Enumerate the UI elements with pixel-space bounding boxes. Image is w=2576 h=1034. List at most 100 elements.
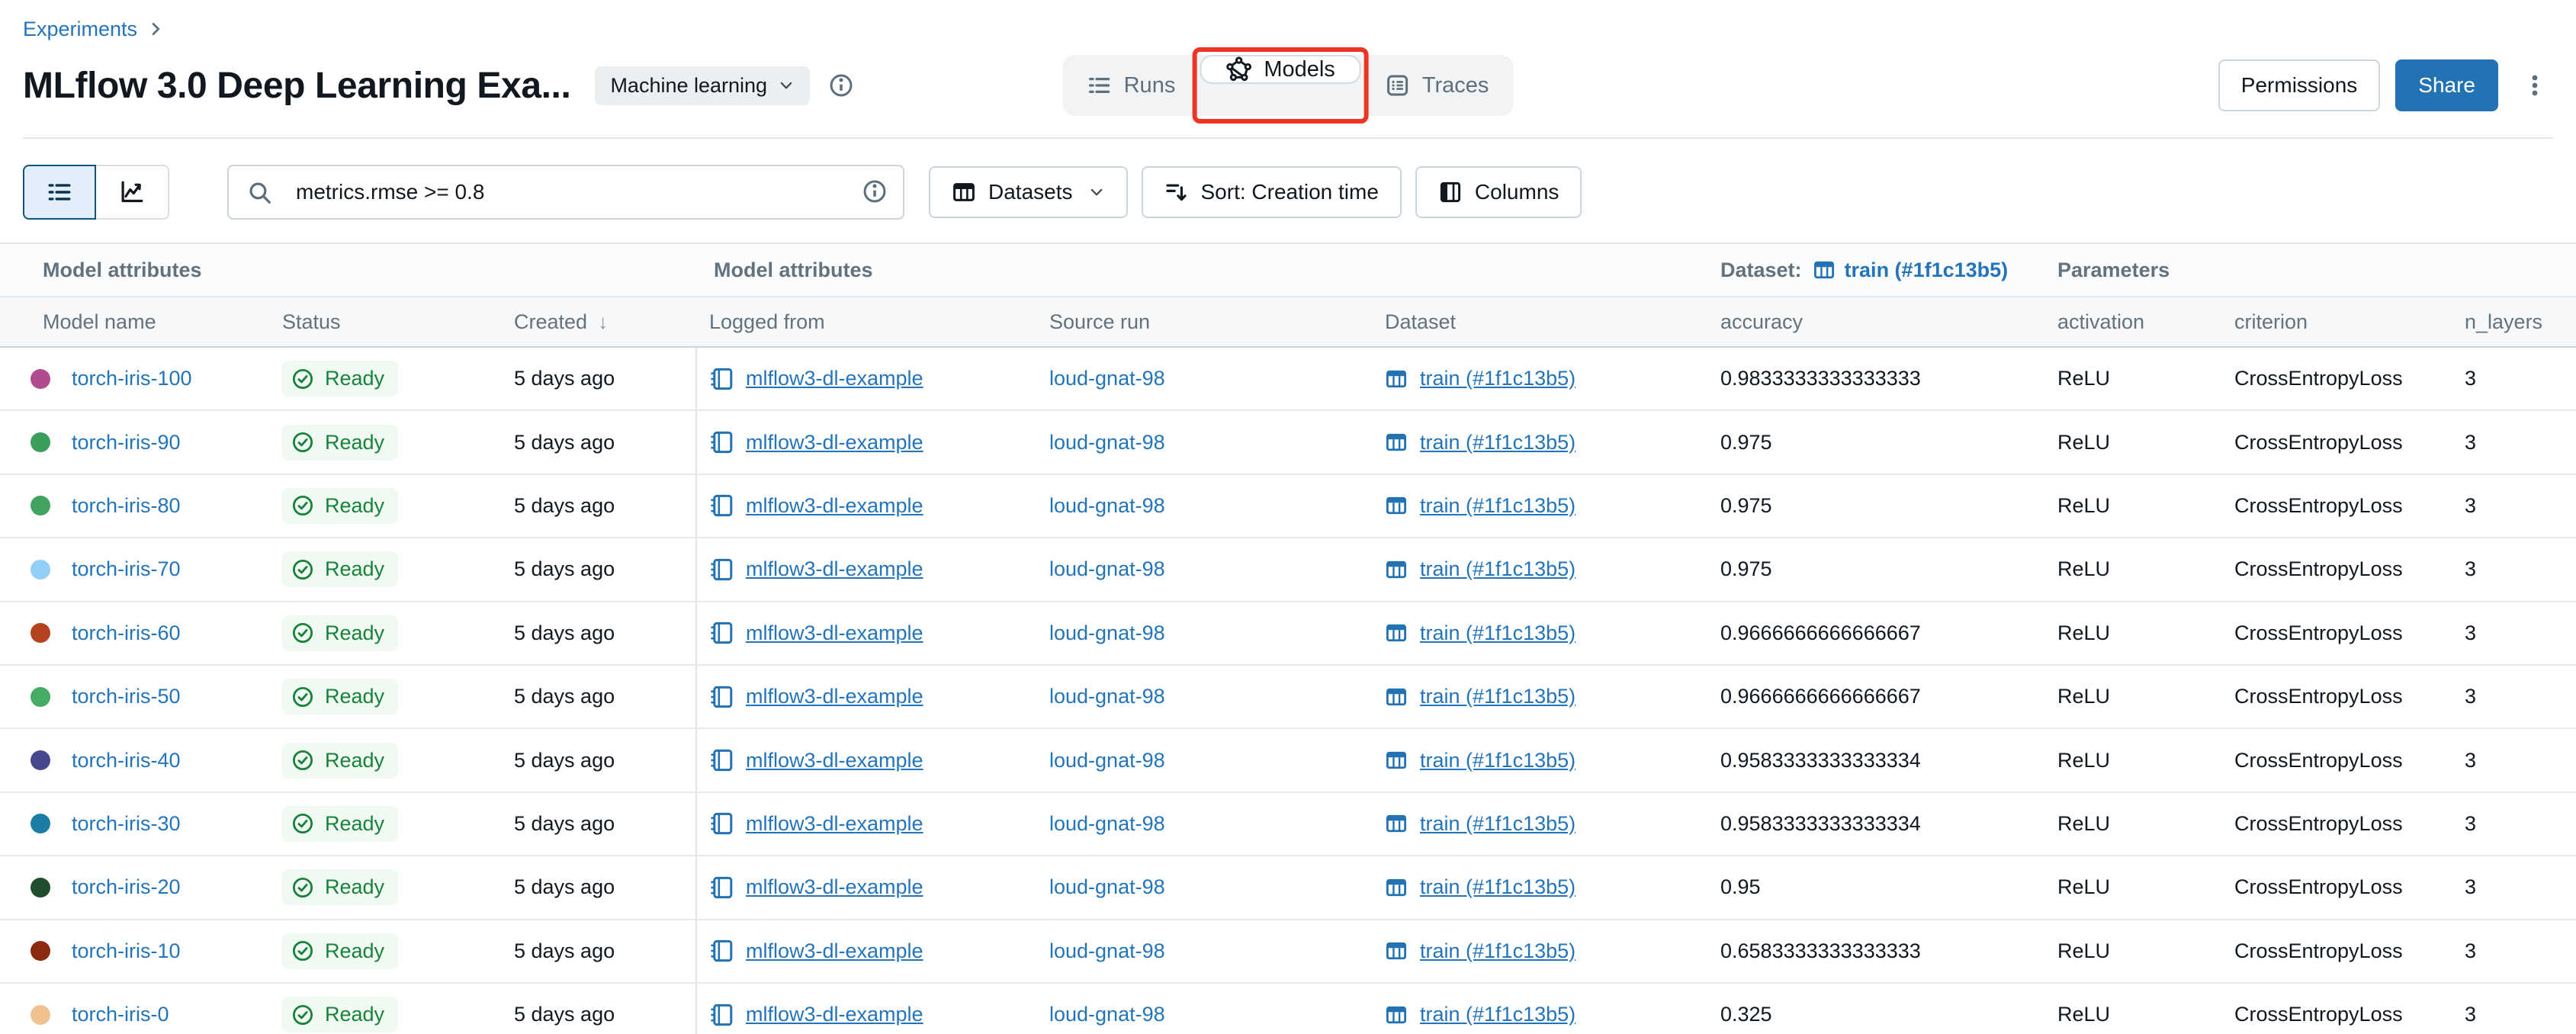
- dataset-label: train (#1f1c13b5): [1420, 367, 1575, 390]
- tab-runs[interactable]: Runs: [1063, 55, 1200, 116]
- datasets-button[interactable]: Datasets: [929, 166, 1128, 218]
- chevron-down-icon: [778, 77, 795, 94]
- col-header-model-name[interactable]: Model name: [0, 297, 270, 346]
- created-cell: 5 days ago: [502, 602, 697, 664]
- logged-from-link[interactable]: mlflow3-dl-example: [709, 748, 923, 772]
- model-name-link[interactable]: torch-iris-20: [72, 875, 181, 899]
- dataset-link[interactable]: train (#1f1c13b5): [1385, 557, 1575, 581]
- col-header-activation[interactable]: activation: [2045, 297, 2222, 346]
- status-badge: Ready: [282, 933, 398, 969]
- n-layers-cell: 3: [2452, 411, 2576, 473]
- created-cell: 5 days ago: [502, 348, 697, 409]
- tab-traces[interactable]: Traces: [1361, 55, 1514, 116]
- n-layers-cell: 3: [2452, 602, 2576, 664]
- source-run-link[interactable]: loud-gnat-98: [1049, 875, 1165, 899]
- model-name-link[interactable]: torch-iris-40: [72, 749, 181, 772]
- activation-cell: ReLU: [2045, 411, 2222, 473]
- columns-button[interactable]: Columns: [1415, 166, 1582, 218]
- model-name-link[interactable]: torch-iris-0: [72, 1003, 169, 1026]
- col-header-accuracy[interactable]: accuracy: [1708, 297, 2045, 346]
- model-name-link[interactable]: torch-iris-30: [72, 812, 181, 836]
- model-name-link[interactable]: torch-iris-10: [72, 939, 181, 963]
- logged-from-link[interactable]: mlflow3-dl-example: [709, 1003, 923, 1027]
- status-badge: Ready: [282, 425, 398, 461]
- status-label: Ready: [325, 494, 384, 518]
- logged-from-link[interactable]: mlflow3-dl-example: [709, 557, 923, 582]
- experiment-info-icon[interactable]: [828, 72, 854, 98]
- tab-models[interactable]: Models: [1200, 55, 1361, 84]
- dataset-link[interactable]: train (#1f1c13b5): [1385, 367, 1575, 390]
- logged-from-label: mlflow3-dl-example: [746, 367, 923, 390]
- logged-from-link[interactable]: mlflow3-dl-example: [709, 685, 923, 709]
- model-name-link[interactable]: torch-iris-60: [72, 621, 181, 645]
- source-run-link[interactable]: loud-gnat-98: [1049, 494, 1165, 518]
- notebook-icon: [709, 557, 734, 582]
- dataset-link[interactable]: train (#1f1c13b5): [1385, 685, 1575, 708]
- model-color-dot: [31, 432, 50, 452]
- source-run-link[interactable]: loud-gnat-98: [1049, 557, 1165, 581]
- source-run-link[interactable]: loud-gnat-98: [1049, 749, 1165, 772]
- col-header-source-run[interactable]: Source run: [1037, 297, 1373, 346]
- model-name-link[interactable]: torch-iris-50: [72, 685, 181, 708]
- status-badge: Ready: [282, 551, 398, 587]
- col-header-dataset[interactable]: Dataset: [1373, 297, 1708, 346]
- logged-from-link[interactable]: mlflow3-dl-example: [709, 621, 923, 645]
- dataset-link[interactable]: train (#1f1c13b5): [1385, 431, 1575, 454]
- mlflow-experiment-page: Experiments MLflow 3.0 Deep Learning Exa…: [0, 0, 2576, 1034]
- col-header-criterion[interactable]: criterion: [2222, 297, 2452, 346]
- chevron-right-icon: [146, 20, 165, 38]
- n-layers-cell: 3: [2452, 793, 2576, 855]
- experiment-type-dropdown[interactable]: Machine learning: [595, 66, 810, 105]
- list-view-toggle[interactable]: [23, 165, 96, 220]
- sort-button[interactable]: Sort: Creation time: [1142, 166, 1402, 218]
- dataset-link[interactable]: train (#1f1c13b5): [1385, 1003, 1575, 1026]
- breadcrumb-experiments-link[interactable]: Experiments: [23, 18, 137, 41]
- share-button[interactable]: Share: [2395, 59, 2498, 111]
- dataset-link[interactable]: train (#1f1c13b5): [1385, 621, 1575, 645]
- chart-view-toggle[interactable]: [96, 165, 169, 220]
- source-run-link[interactable]: loud-gnat-98: [1049, 431, 1165, 454]
- source-run-link[interactable]: loud-gnat-98: [1049, 621, 1165, 645]
- group-dataset-label: Dataset:: [1720, 258, 1802, 282]
- traces-list-icon: [1386, 73, 1410, 98]
- source-run-link[interactable]: loud-gnat-98: [1049, 1003, 1165, 1026]
- source-run-link[interactable]: loud-gnat-98: [1049, 685, 1165, 708]
- model-name-link[interactable]: torch-iris-90: [72, 431, 181, 454]
- source-run-link[interactable]: loud-gnat-98: [1049, 367, 1165, 390]
- search-icon: [247, 180, 273, 206]
- model-name-link[interactable]: torch-iris-100: [72, 367, 192, 390]
- dataset-link[interactable]: train (#1f1c13b5): [1385, 812, 1575, 836]
- col-header-created[interactable]: Created ↓: [502, 297, 697, 346]
- logged-from-link[interactable]: mlflow3-dl-example: [709, 875, 923, 900]
- view-tabs: Runs Models: [1063, 53, 1514, 117]
- source-run-link[interactable]: loud-gnat-98: [1049, 812, 1165, 836]
- logged-from-link[interactable]: mlflow3-dl-example: [709, 367, 923, 391]
- dataset-link[interactable]: train (#1f1c13b5): [1385, 939, 1575, 963]
- table-icon: [952, 180, 976, 204]
- dataset-link[interactable]: train (#1f1c13b5): [1385, 494, 1575, 518]
- permissions-button[interactable]: Permissions: [2218, 59, 2380, 111]
- col-header-n-layers[interactable]: n_layers: [2452, 297, 2576, 346]
- source-run-link[interactable]: loud-gnat-98: [1049, 939, 1165, 963]
- search-info-icon[interactable]: [862, 178, 888, 204]
- dataset-label: train (#1f1c13b5): [1420, 875, 1575, 899]
- columns-icon: [1438, 180, 1463, 204]
- logged-from-link[interactable]: mlflow3-dl-example: [709, 811, 923, 836]
- dataset-link[interactable]: train (#1f1c13b5): [1385, 749, 1575, 772]
- group-dataset-link[interactable]: train (#1f1c13b5): [1813, 258, 2009, 282]
- activation-cell: ReLU: [2045, 602, 2222, 664]
- model-name-link[interactable]: torch-iris-80: [72, 494, 181, 518]
- logged-from-link[interactable]: mlflow3-dl-example: [709, 493, 923, 518]
- accuracy-cell: 0.975: [1708, 475, 2045, 537]
- title-row: MLflow 3.0 Deep Learning Exa... Machine …: [23, 53, 2553, 117]
- model-name-link[interactable]: torch-iris-70: [72, 557, 181, 581]
- logged-from-link[interactable]: mlflow3-dl-example: [709, 939, 923, 963]
- logged-from-link[interactable]: mlflow3-dl-example: [709, 430, 923, 454]
- tab-models-label: Models: [1264, 57, 1335, 82]
- status-label: Ready: [325, 812, 384, 836]
- dataset-link[interactable]: train (#1f1c13b5): [1385, 875, 1575, 899]
- search-input[interactable]: [227, 165, 904, 220]
- col-header-logged-from[interactable]: Logged from: [697, 297, 1037, 346]
- kebab-menu-icon[interactable]: [2517, 67, 2553, 104]
- col-header-status[interactable]: Status: [270, 297, 502, 346]
